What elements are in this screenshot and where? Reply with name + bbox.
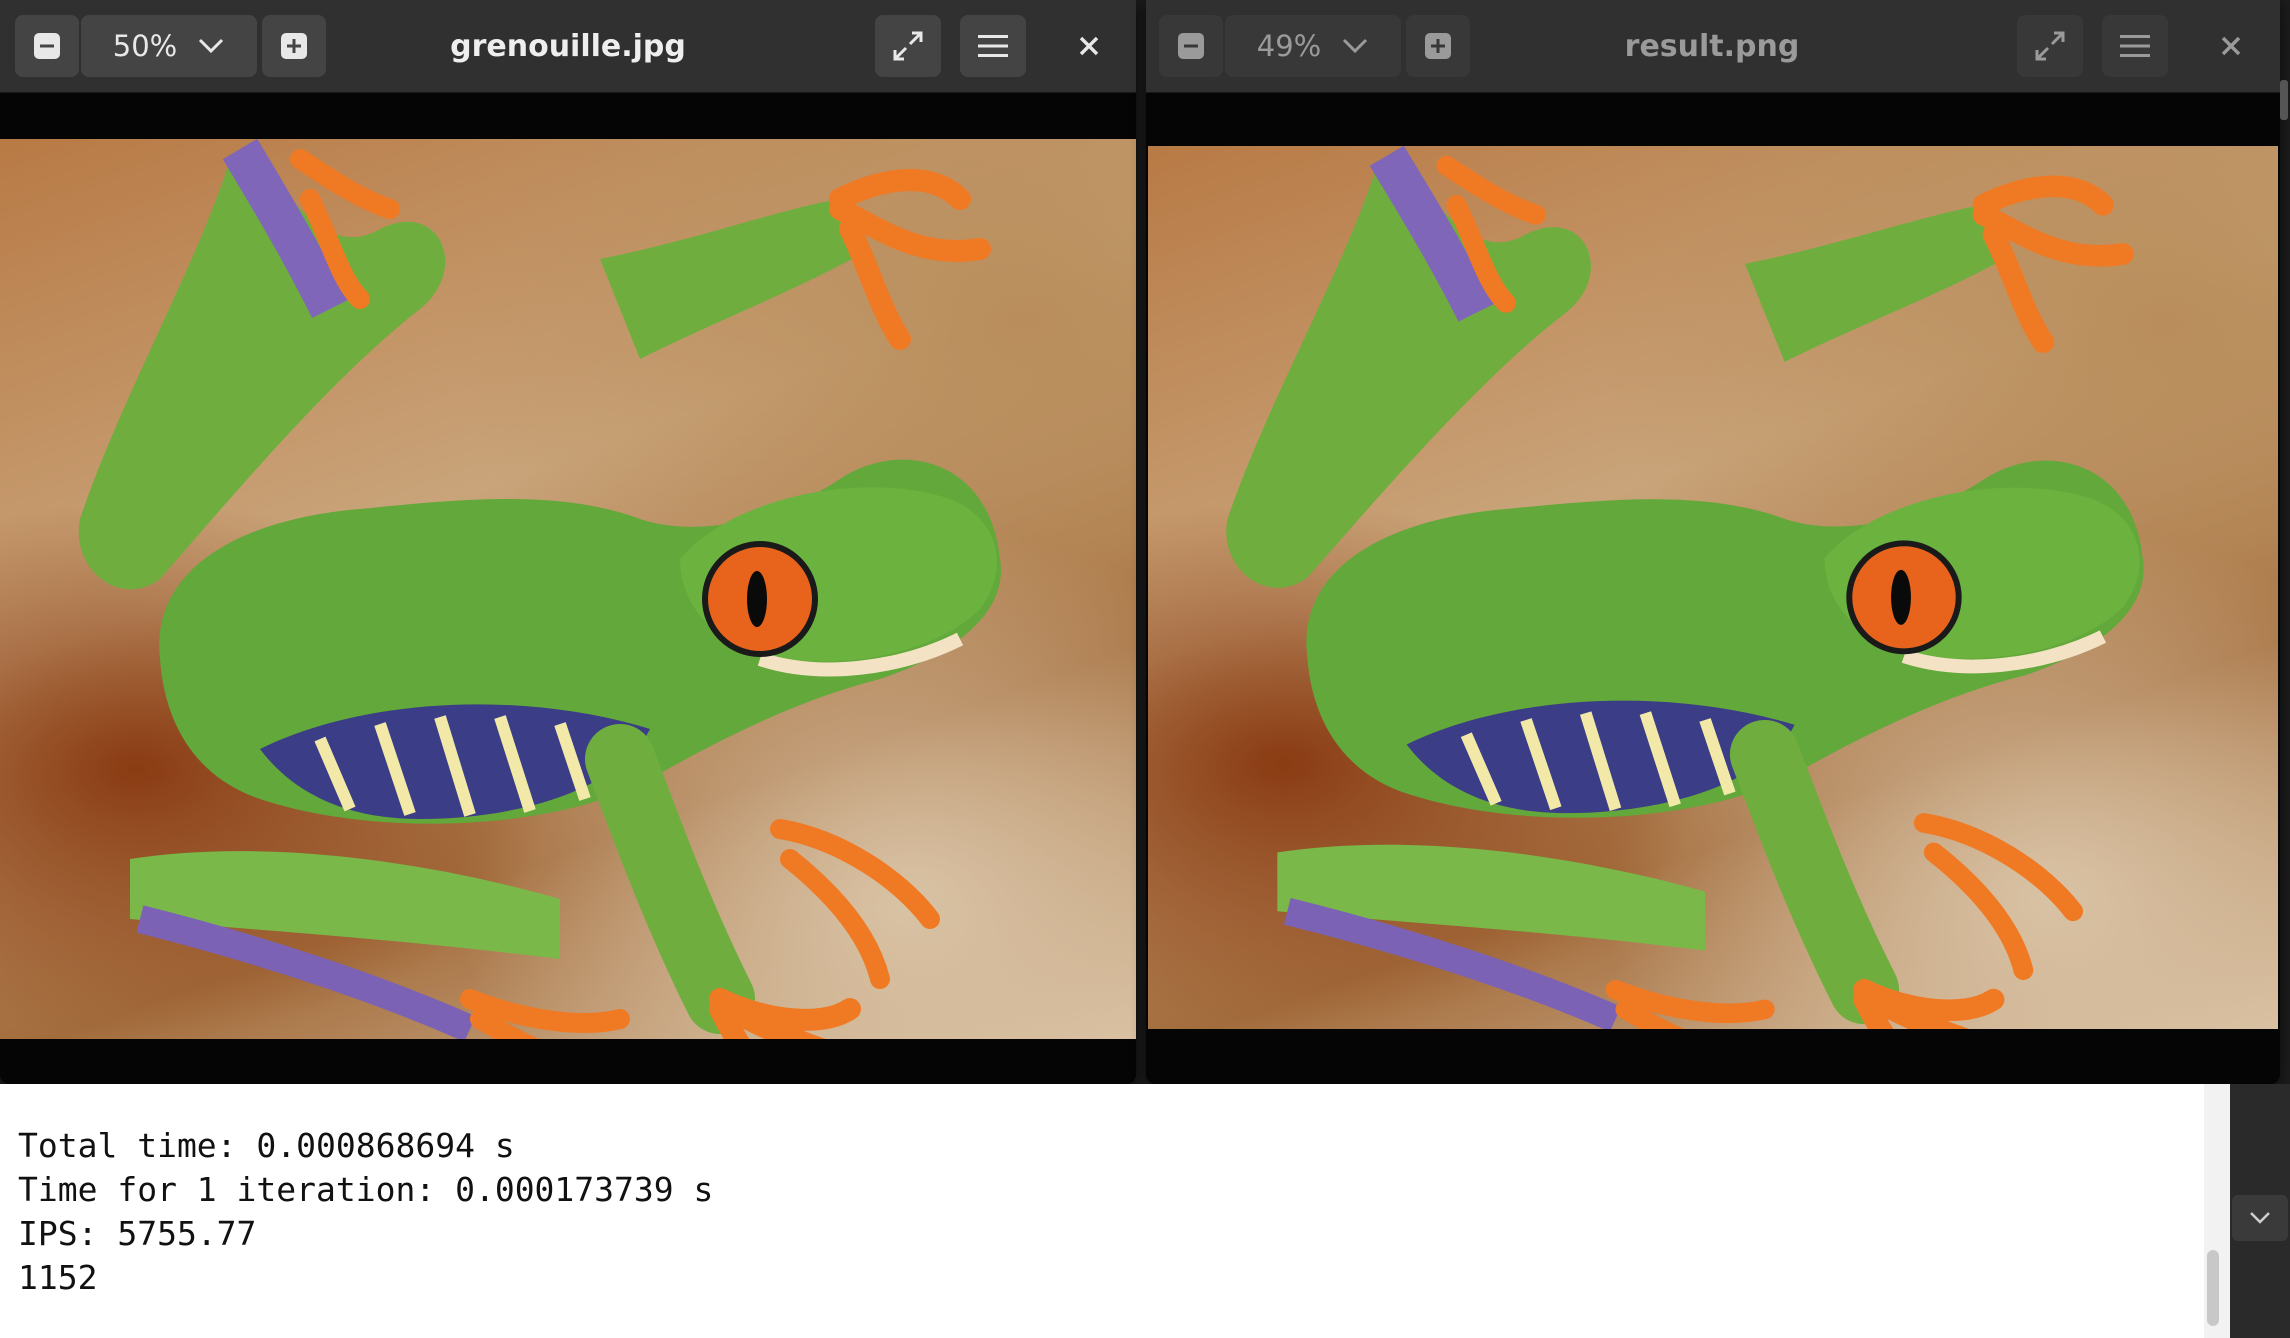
close-icon	[1079, 36, 1099, 56]
zoom-out-button[interactable]	[1159, 15, 1223, 77]
zoom-level-text: 49%	[1256, 29, 1322, 63]
chevron-down-icon	[1343, 38, 1368, 54]
terminal-output[interactable]: Total time: 0.000868694 s Time for 1 ite…	[0, 1084, 2230, 1338]
image-viewer-window-grenouille: 50% grenouille.jpg	[0, 0, 1136, 1084]
terminal-text: Total time: 0.000868694 s Time for 1 ite…	[18, 1124, 713, 1300]
terminal-line: IPS: 5755.77	[18, 1214, 257, 1253]
terminal-scrollbar-thumb[interactable]	[2207, 1250, 2219, 1326]
window-edge-grip[interactable]	[2280, 80, 2288, 120]
main-menu-button[interactable]	[960, 15, 1026, 77]
fullscreen-button[interactable]	[875, 15, 941, 77]
zoom-level-text: 50%	[112, 29, 178, 63]
image-canvas[interactable]	[1146, 93, 2280, 1084]
image-viewer-window-result: 49% result.png	[1146, 0, 2280, 1084]
zoom-out-button[interactable]	[15, 15, 79, 77]
plus-square-icon	[1425, 33, 1451, 59]
expand-arrows-icon	[2035, 31, 2065, 61]
minus-square-icon	[1178, 33, 1204, 59]
main-menu-button[interactable]	[2102, 15, 2168, 77]
zoom-in-button[interactable]	[262, 15, 326, 77]
frog-image	[0, 139, 1136, 1039]
close-button[interactable]	[1059, 15, 1119, 77]
zoom-in-button[interactable]	[1406, 15, 1470, 77]
frog-illustration	[1226, 146, 2144, 1029]
plus-square-icon	[281, 33, 307, 59]
chevron-down-icon	[2250, 1212, 2270, 1224]
viewer-headerbar: 50% grenouille.jpg	[0, 0, 1136, 93]
zoom-level-dropdown[interactable]: 49%	[1225, 15, 1401, 77]
hamburger-menu-icon	[978, 35, 1008, 57]
close-button[interactable]	[2201, 15, 2261, 77]
chevron-down-icon	[199, 38, 224, 54]
frog-image	[1148, 146, 2278, 1029]
expand-arrows-icon	[893, 31, 923, 61]
side-panel-dropdown-button[interactable]	[2232, 1195, 2288, 1241]
terminal-line: 1152	[18, 1258, 98, 1297]
terminal-line: Time for 1 iteration: 0.000173739 s	[18, 1170, 714, 1209]
terminal-line: Total time: 0.000868694 s	[18, 1126, 515, 1165]
frog-illustration	[78, 139, 1001, 1039]
viewer-headerbar: 49% result.png	[1146, 0, 2280, 93]
close-icon	[2221, 36, 2241, 56]
viewer-title: result.png	[1624, 28, 1800, 64]
image-canvas[interactable]	[0, 93, 1136, 1084]
hamburger-menu-icon	[2120, 35, 2150, 57]
zoom-level-dropdown[interactable]: 50%	[81, 15, 257, 77]
viewer-title: grenouille.jpg	[450, 28, 686, 64]
fullscreen-button[interactable]	[2017, 15, 2083, 77]
minus-square-icon	[34, 33, 60, 59]
